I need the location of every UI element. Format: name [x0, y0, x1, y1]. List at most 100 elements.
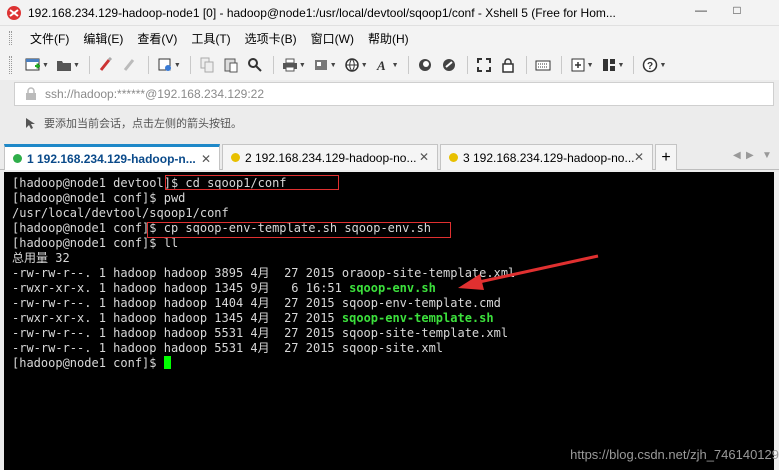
- xftp-icon[interactable]: [414, 54, 436, 76]
- file-listing-prefix: -rwxr-xr-x. 1 hadoop hadoop 1345 4月 27 2…: [12, 311, 342, 325]
- print-dropdown-icon[interactable]: ▼: [299, 62, 306, 69]
- paste-icon[interactable]: [220, 54, 242, 76]
- font-icon[interactable]: A: [372, 54, 394, 76]
- window-title: 192.168.234.129-hadoop-node1 [0] - hadoo…: [28, 5, 616, 20]
- close-tab-icon[interactable]: ✕: [632, 150, 646, 164]
- connected-status-icon: [13, 154, 22, 163]
- toolbar-separator: [189, 56, 191, 74]
- terminal-line: [hadoop@node1 conf]$ pwd: [12, 191, 186, 205]
- toolbar-separator: [560, 56, 562, 74]
- tips-text: 要添加当前会话，点击左侧的箭头按钮。: [44, 118, 242, 130]
- menu-window[interactable]: 窗口(W): [305, 30, 360, 47]
- add-session-arrow-icon[interactable]: [24, 116, 38, 130]
- tab-scroll-right-icon[interactable]: ▶: [746, 150, 754, 161]
- globe-icon[interactable]: [341, 54, 363, 76]
- help-dropdown-icon[interactable]: ▼: [659, 62, 666, 69]
- new-session-dropdown-icon[interactable]: ▼: [42, 62, 49, 69]
- menubar-grip: [9, 31, 12, 45]
- xmanager-icon[interactable]: [438, 54, 460, 76]
- help-icon[interactable]: ?: [639, 54, 661, 76]
- file-listing-prefix: -rwxr-xr-x. 1 hadoop hadoop 1345 9月 6 16…: [12, 281, 350, 295]
- transfer-icon[interactable]: [310, 54, 332, 76]
- terminal-prompt-line: [hadoop@node1 conf]$: [12, 356, 779, 371]
- session-status-icon: [231, 153, 240, 162]
- toolbar-separator: [88, 56, 90, 74]
- shell-prompt: [hadoop@node1 conf]$: [12, 356, 164, 370]
- tab-session-1[interactable]: 1 192.168.234.129-hadoop-n... ✕: [4, 144, 220, 170]
- tips-bar: 要添加当前会话，点击左侧的箭头按钮。: [0, 110, 779, 136]
- properties-icon[interactable]: [95, 54, 117, 76]
- menu-tabs[interactable]: 选项卡(B): [239, 30, 303, 47]
- tab-label: 1 192.168.234.129-hadoop-n...: [27, 151, 196, 166]
- new-tab-icon[interactable]: [567, 54, 589, 76]
- menu-view[interactable]: 查看(V): [131, 30, 183, 47]
- transfer-dropdown-icon[interactable]: ▼: [330, 62, 337, 69]
- menu-tools[interactable]: 工具(T): [185, 30, 236, 47]
- watermark: https://blog.csdn.net/zjh_746140129: [570, 447, 779, 462]
- tab-session-2[interactable]: 2 192.168.234.129-hadoop-no... ✕: [222, 144, 438, 170]
- maximize-button[interactable]: □: [722, 0, 752, 20]
- executable-filename: sqoop-env-template.sh: [341, 311, 494, 325]
- session-status-icon: [449, 153, 458, 162]
- tab-label: 3 192.168.234.129-hadoop-no...: [463, 150, 635, 165]
- toolbar-separator: [407, 56, 409, 74]
- copy-icon[interactable]: [196, 54, 218, 76]
- toolbar-separator: [525, 56, 527, 74]
- terminal-line: 总用量 32: [12, 251, 70, 265]
- terminal-line: -rw-rw-r--. 1 hadoop hadoop 5531 4月 27 2…: [12, 341, 444, 355]
- toolbar-separator: [466, 56, 468, 74]
- disconnect-icon[interactable]: [119, 54, 141, 76]
- tab-scroll-left-icon[interactable]: ◀: [733, 150, 741, 161]
- annotation-arrow-icon: [458, 254, 599, 290]
- svg-text:A: A: [376, 58, 386, 73]
- terminal-line: -rw-rw-r--. 1 hadoop hadoop 3895 4月 27 2…: [12, 266, 516, 280]
- annotation-box-cp-command: [147, 222, 451, 238]
- tab-label: 2 192.168.234.129-hadoop-no...: [245, 150, 417, 165]
- layout-icon[interactable]: [598, 54, 620, 76]
- add-tab-button[interactable]: +: [655, 144, 677, 170]
- address-bar[interactable]: ssh://hadoop:******@192.168.234.129:22: [14, 82, 774, 106]
- executable-filename: sqoop-env.sh: [349, 281, 436, 295]
- session-manager-icon[interactable]: [154, 54, 176, 76]
- close-tab-icon[interactable]: ✕: [417, 150, 431, 164]
- session-manager-dropdown-icon[interactable]: ▼: [174, 62, 181, 69]
- open-dropdown-icon[interactable]: ▼: [73, 62, 80, 69]
- font-dropdown-icon[interactable]: ▼: [392, 62, 399, 69]
- tab-list-icon[interactable]: ▼: [762, 150, 772, 161]
- terminal-line: /usr/local/devtool/sqoop1/conf: [12, 206, 229, 220]
- terminal-scrollbar[interactable]: [774, 172, 779, 470]
- terminal-line: [hadoop@node1 devtool]$ cd sqoop1/conf: [12, 176, 287, 190]
- address-lock-icon: [26, 87, 36, 100]
- xshell-app-icon[interactable]: [6, 5, 22, 21]
- tab-bar: 1 192.168.234.129-hadoop-n... ✕ 2 192.16…: [0, 142, 779, 170]
- toolbar-separator: [147, 56, 149, 74]
- toolbar-separator: [633, 56, 635, 74]
- globe-dropdown-icon[interactable]: ▼: [361, 62, 368, 69]
- lock-icon[interactable]: [497, 54, 519, 76]
- print-icon[interactable]: [279, 54, 301, 76]
- terminal-line: -rw-rw-r--. 1 hadoop hadoop 5531 4月 27 2…: [12, 326, 509, 340]
- terminal-line-sqoop-env: -rwxr-xr-x. 1 hadoop hadoop 1345 9月 6 16…: [12, 281, 779, 296]
- find-icon[interactable]: [244, 54, 266, 76]
- tab-session-3[interactable]: 3 192.168.234.129-hadoop-no... ✕: [440, 144, 653, 170]
- menu-file[interactable]: 文件(F): [24, 30, 75, 47]
- menu-help[interactable]: 帮助(H): [362, 30, 415, 47]
- toolbar: ▼ ▼ ▼ ▼ ▼ ▼ A ▼ ▼ ▼ ? ▼: [0, 50, 779, 80]
- keyboard-icon[interactable]: [532, 54, 554, 76]
- address-text: ssh://hadoop:******@192.168.234.129:22: [45, 87, 265, 101]
- toolbar-grip: [9, 56, 12, 74]
- fullscreen-icon[interactable]: [473, 54, 495, 76]
- new-tab-dropdown-icon[interactable]: ▼: [587, 62, 594, 69]
- minimize-button[interactable]: —: [686, 0, 716, 20]
- terminal-output[interactable]: [hadoop@node1 devtool]$ cd sqoop1/conf […: [4, 172, 779, 470]
- svg-text:?: ?: [647, 61, 653, 72]
- annotation-box-cd-command: [165, 175, 339, 190]
- new-session-icon[interactable]: [22, 54, 44, 76]
- layout-dropdown-icon[interactable]: ▼: [618, 62, 625, 69]
- close-tab-icon[interactable]: ✕: [199, 152, 213, 166]
- title-bar: 192.168.234.129-hadoop-node1 [0] - hadoo…: [0, 0, 779, 26]
- open-folder-icon[interactable]: [53, 54, 75, 76]
- menu-edit[interactable]: 编辑(E): [77, 30, 129, 47]
- toolbar-separator: [272, 56, 274, 74]
- terminal-line-sqoop-env-template: -rwxr-xr-x. 1 hadoop hadoop 1345 4月 27 2…: [12, 311, 779, 326]
